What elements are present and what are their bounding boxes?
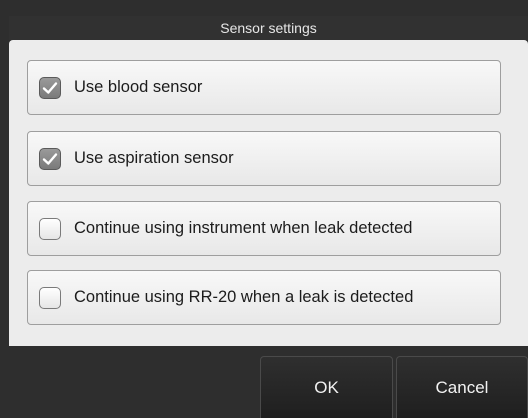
use-blood-sensor-checkbox[interactable]: [39, 76, 61, 99]
check-icon: [42, 81, 58, 94]
option-row-use-blood-sensor[interactable]: Use blood sensor: [27, 60, 501, 115]
dialog-title-bar: Sensor settings: [9, 16, 528, 40]
cancel-button[interactable]: Cancel: [396, 356, 528, 418]
check-icon: [42, 152, 58, 165]
continue-rr20-on-leak-checkbox[interactable]: [39, 286, 61, 309]
option-label: Continue using RR-20 when a leak is dete…: [74, 288, 414, 306]
sensor-settings-dialog: Sensor settings Use blood sensor Use asp…: [0, 0, 528, 418]
option-row-use-aspiration-sensor[interactable]: Use aspiration sensor: [27, 131, 501, 186]
use-aspiration-sensor-checkbox[interactable]: [39, 147, 61, 170]
option-row-continue-rr20-on-leak[interactable]: Continue using RR-20 when a leak is dete…: [27, 270, 501, 325]
dialog-title: Sensor settings: [220, 20, 317, 36]
option-row-continue-instrument-on-leak[interactable]: Continue using instrument when leak dete…: [27, 201, 501, 256]
continue-instrument-on-leak-checkbox[interactable]: [39, 217, 61, 240]
ok-button[interactable]: OK: [260, 356, 393, 418]
option-label: Use blood sensor: [74, 78, 203, 96]
option-label: Continue using instrument when leak dete…: [74, 219, 413, 237]
option-label: Use aspiration sensor: [74, 149, 234, 167]
